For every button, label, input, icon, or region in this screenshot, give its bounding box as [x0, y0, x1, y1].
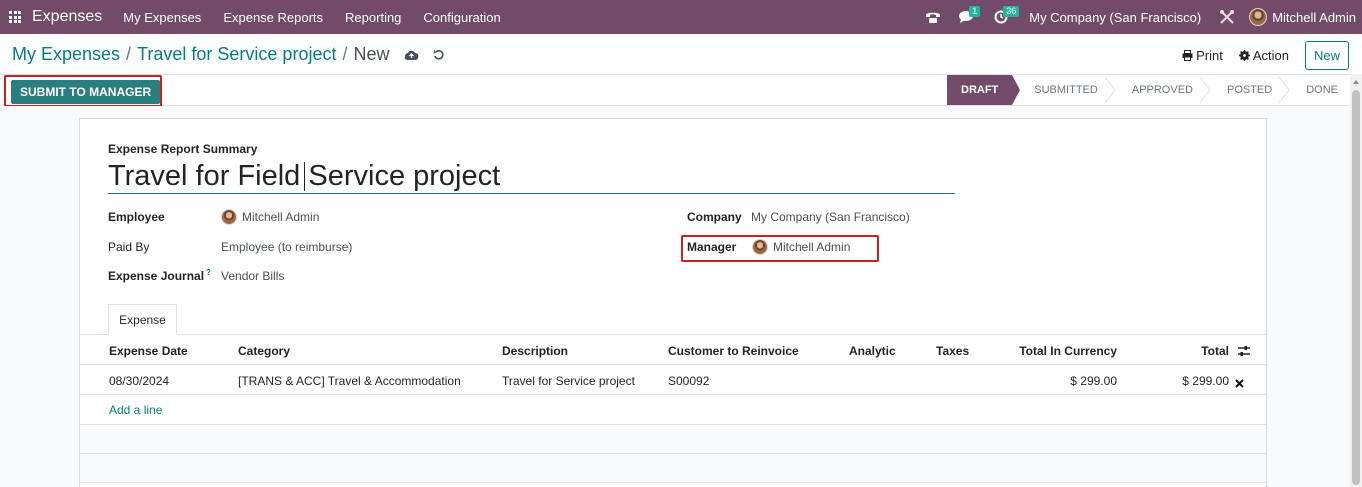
- manager-highlight-box: [681, 235, 879, 262]
- user-avatar: [1249, 8, 1268, 26]
- activity-clock-icon[interactable]: 36: [989, 0, 1020, 34]
- phone-icon[interactable]: [921, 0, 945, 34]
- add-line-row: Add a line: [80, 395, 1266, 425]
- app-name[interactable]: Expenses: [32, 8, 102, 26]
- activity-badge: 36: [1003, 6, 1020, 17]
- expense-journal-label-text: Expense Journal: [108, 269, 205, 283]
- cell-customer: S00092: [668, 374, 710, 388]
- company-field[interactable]: My Company (San Francisco): [751, 210, 910, 224]
- stage-posted[interactable]: POSTED: [1205, 75, 1290, 105]
- stage-done[interactable]: DONE: [1284, 75, 1350, 105]
- empty-row: [80, 425, 1266, 454]
- cell-total-currency: $ 299.00: [1070, 374, 1117, 388]
- stage-submitted-label: SUBMITTED: [1034, 84, 1098, 96]
- top-navbar: Expenses My Expenses Expense Reports Rep…: [0, 0, 1362, 34]
- navbar-systray: 1 36 My Company (San Francisco) Mitchell…: [921, 0, 1362, 34]
- user-name: Mitchell Admin: [1272, 9, 1356, 25]
- submit-highlight-box: [4, 75, 162, 107]
- employee-field[interactable]: Mitchell Admin: [221, 209, 319, 225]
- menu-my-expenses[interactable]: My Expenses: [112, 10, 212, 25]
- stage-approved-label: APPROVED: [1131, 84, 1193, 96]
- breadcrumb-separator: /: [126, 44, 132, 64]
- stage-approved[interactable]: APPROVED: [1110, 75, 1211, 105]
- chat-icon[interactable]: 1: [955, 0, 981, 34]
- status-stages: DRAFT SUBMITTED APPROVED POSTED DONE: [947, 75, 1350, 105]
- scrollbar-thumb[interactable]: [1352, 90, 1360, 485]
- report-title-field[interactable]: Travel for Field Service project: [108, 158, 955, 194]
- print-icon: [1182, 50, 1193, 61]
- expense-journal-label: Expense Journal?: [108, 268, 211, 283]
- delete-row-icon[interactable]: [1235, 375, 1244, 393]
- optional-columns-icon[interactable]: [1238, 344, 1250, 362]
- stage-posted-label: POSTED: [1226, 84, 1273, 96]
- breadcrumb-my-expenses[interactable]: My Expenses: [12, 44, 120, 65]
- col-total[interactable]: Total: [1201, 344, 1229, 358]
- company-label: Company: [687, 210, 742, 224]
- cell-description: Travel for Service project: [502, 374, 635, 388]
- stage-done-label: DONE: [1306, 84, 1338, 96]
- breadcrumb-report[interactable]: Travel for Service project: [137, 44, 336, 65]
- save-cloud-icon[interactable]: [404, 49, 419, 61]
- stage-draft-label: DRAFT: [961, 84, 999, 96]
- employee-label: Employee: [108, 210, 165, 224]
- text-caret: [304, 162, 305, 191]
- cell-total: $ 299.00: [1182, 374, 1229, 388]
- discard-undo-icon[interactable]: [433, 49, 445, 61]
- breadcrumb: My Expenses / Travel for Service project…: [12, 44, 445, 65]
- cell-date: 08/30/2024: [109, 374, 170, 388]
- paid-by-field[interactable]: Employee (to reimburse): [221, 240, 352, 254]
- menu-expense-reports[interactable]: Expense Reports: [212, 10, 334, 25]
- cell-category: [TRANS & ACC] Travel & Accommodation: [238, 374, 461, 388]
- stage-submitted[interactable]: SUBMITTED: [1012, 75, 1116, 105]
- employee-avatar: [221, 209, 237, 225]
- col-taxes[interactable]: Taxes: [936, 344, 969, 358]
- paid-by-label: Paid By: [108, 240, 150, 254]
- debug-tools-icon[interactable]: [1215, 0, 1239, 34]
- control-panel-actions: Print Action New: [1182, 41, 1349, 70]
- menu-configuration[interactable]: Configuration: [412, 10, 511, 25]
- add-line-link[interactable]: Add a line: [109, 403, 162, 417]
- col-description[interactable]: Description: [502, 344, 568, 358]
- col-analytic[interactable]: Analytic: [849, 344, 896, 358]
- print-label: Print: [1196, 48, 1223, 63]
- breadcrumb-current: New: [353, 44, 390, 64]
- expense-table-header: Expense Date Category Description Custom…: [80, 335, 1266, 365]
- user-menu[interactable]: Mitchell Admin: [1249, 8, 1356, 26]
- apps-menu-icon[interactable]: [0, 0, 30, 34]
- company-switcher[interactable]: My Company (San Francisco): [1029, 10, 1201, 25]
- new-button[interactable]: New: [1304, 41, 1349, 70]
- gear-icon: [1238, 50, 1250, 61]
- breadcrumb-separator: /: [342, 44, 348, 64]
- summary-label: Expense Report Summary: [108, 142, 258, 156]
- col-total-in-currency[interactable]: Total In Currency: [1019, 344, 1117, 358]
- table-row[interactable]: 08/30/2024 [TRANS & ACC] Travel & Accomm…: [80, 366, 1266, 395]
- chat-badge: 1: [969, 6, 981, 17]
- col-customer-reinvoice[interactable]: Customer to Reinvoice: [668, 344, 799, 358]
- action-button[interactable]: Action: [1238, 48, 1289, 63]
- print-button[interactable]: Print: [1182, 48, 1223, 63]
- scroll-up-arrow-icon[interactable]: [1353, 80, 1359, 84]
- col-expense-date[interactable]: Expense Date: [109, 344, 188, 358]
- col-category[interactable]: Category: [238, 344, 290, 358]
- page-scrollbar[interactable]: [1350, 74, 1362, 487]
- form-statusbar: SUBMIT TO MANAGER DRAFT SUBMITTED APPROV…: [0, 74, 1350, 107]
- employee-value: Mitchell Admin: [242, 210, 320, 224]
- menu-reporting[interactable]: Reporting: [334, 10, 412, 25]
- tab-expense[interactable]: Expense: [108, 304, 177, 335]
- expense-journal-field[interactable]: Vendor Bills: [221, 269, 284, 283]
- help-tooltip-icon[interactable]: ?: [206, 268, 211, 277]
- action-label: Action: [1252, 48, 1289, 63]
- empty-row: [80, 454, 1266, 483]
- stage-draft[interactable]: DRAFT: [947, 75, 1021, 105]
- main-menu: My Expenses Expense Reports Reporting Co…: [112, 10, 511, 25]
